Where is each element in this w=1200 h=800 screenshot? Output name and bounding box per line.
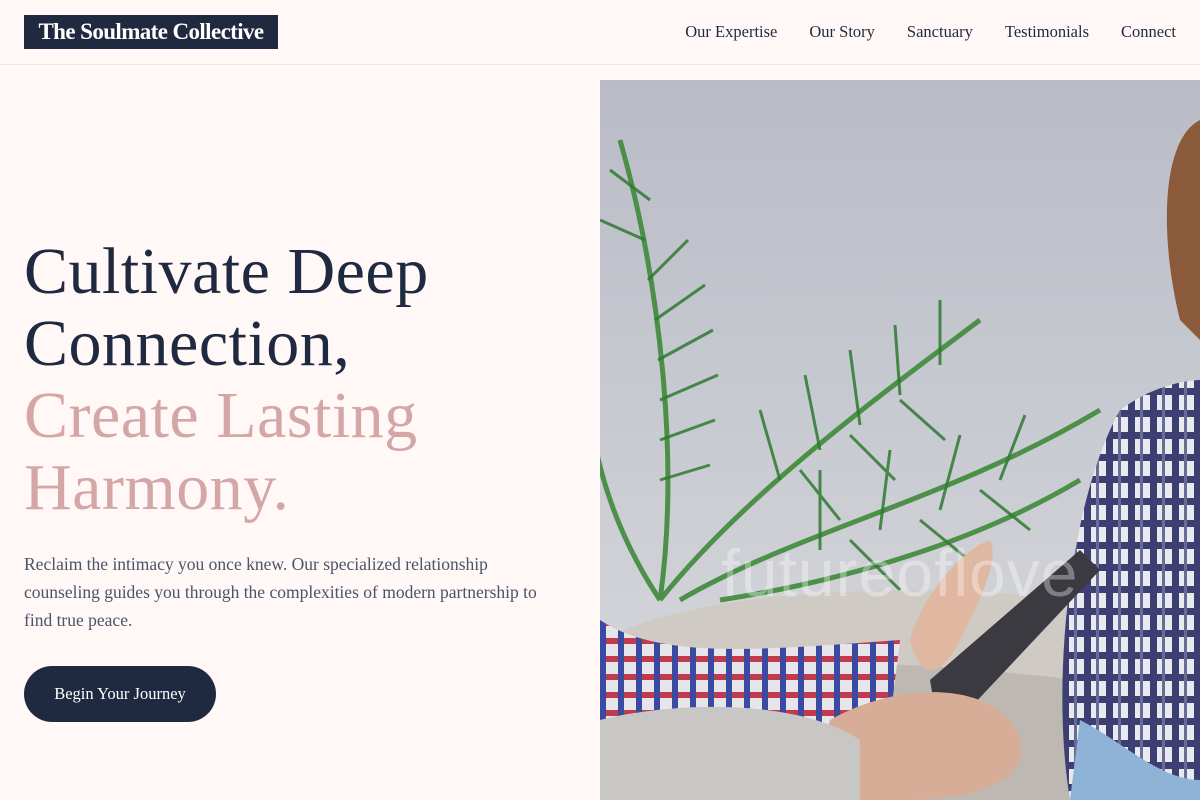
nav-link-testimonials[interactable]: Testimonials <box>1005 22 1089 42</box>
hero-lead-text: Reclaim the intimacy you once knew. Our … <box>24 554 537 630</box>
main-nav: Our Expertise Our Story Sanctuary Testim… <box>685 20 1176 44</box>
headline-line-4: Harmony. <box>24 451 290 524</box>
image-watermark: futureoflove <box>721 536 1079 610</box>
nav-link-our-story[interactable]: Our Story <box>809 22 875 42</box>
hero-photo: futureoflove <box>600 80 1200 800</box>
hero-headline: Cultivate Deep Connection, Create Lastin… <box>24 236 584 524</box>
headline-line-2: Connection, <box>24 307 351 380</box>
headline-line-3: Create Lasting <box>24 379 418 452</box>
begin-journey-button[interactable]: Begin Your Journey <box>24 666 216 722</box>
nav-link-sanctuary[interactable]: Sanctuary <box>907 22 973 42</box>
site-header: The Soulmate Collective Our Expertise Ou… <box>0 0 1200 65</box>
nav-link-connect[interactable]: Connect <box>1121 22 1176 42</box>
hero-photo-illustration <box>600 80 1200 800</box>
nav-link-our-expertise[interactable]: Our Expertise <box>685 22 777 42</box>
headline-line-1: Cultivate Deep <box>24 235 429 308</box>
brand-logo[interactable]: The Soulmate Collective <box>24 15 278 49</box>
